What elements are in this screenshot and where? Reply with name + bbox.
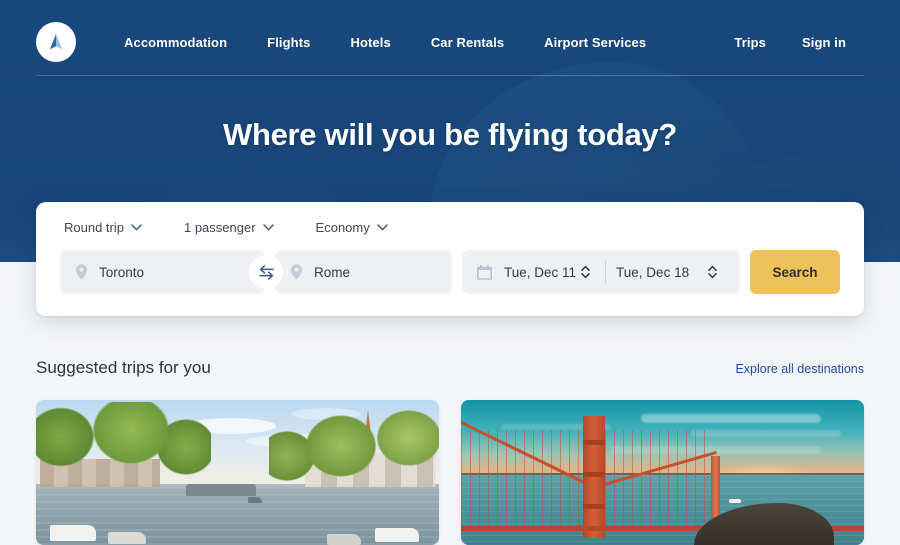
explore-all-destinations-link[interactable]: Explore all destinations: [735, 362, 864, 376]
depart-date-stepper[interactable]: [576, 264, 595, 280]
trip-type-dropdown[interactable]: Round trip: [64, 220, 142, 235]
triangle-arrow-logo-icon: [49, 34, 63, 50]
tower-crossbeam: [583, 472, 605, 477]
cloud-shape: [691, 430, 841, 437]
suggested-trips-cards: [36, 400, 864, 545]
hero-headline: Where will you be flying today?: [222, 117, 678, 152]
passenger-count-label: 1 passenger: [183, 220, 256, 235]
brand-logo[interactable]: [36, 22, 76, 62]
nav-link-airport-services[interactable]: Airport Services: [524, 29, 666, 56]
depart-date-value[interactable]: Tue, Dec 11: [504, 265, 576, 280]
trip-card-amsterdam[interactable]: [36, 400, 439, 545]
nav-link-sign-in[interactable]: Sign in: [784, 29, 864, 56]
secondary-nav-links: Trips Sign in: [716, 29, 864, 56]
date-divider: [605, 261, 607, 283]
date-range-field: Tue, Dec 11 Tue, Dec 18: [462, 250, 740, 294]
calendar-icon: [477, 264, 492, 280]
search-button[interactable]: Search: [750, 250, 840, 294]
canal-bridge: [186, 484, 257, 497]
chevron-up-down-icon: [581, 265, 590, 279]
destination-input[interactable]: Rome: [275, 250, 452, 294]
cabin-class-dropdown[interactable]: Economy: [316, 220, 388, 235]
bridge-tower-far: [711, 456, 720, 518]
cloud-shape: [641, 414, 821, 423]
search-fields-row: Toronto Rome Tue, Dec 11 Tue, Dec 18 Sea…: [60, 250, 840, 294]
return-date-value[interactable]: Tue, Dec 18: [616, 265, 689, 280]
destination-value: Rome: [314, 264, 351, 280]
chevron-down-icon: [377, 224, 388, 231]
ferry-boat: [729, 499, 741, 503]
nav-link-flights[interactable]: Flights: [247, 29, 330, 56]
chevron-up-down-icon: [708, 265, 717, 279]
cabin-class-label: Economy: [315, 220, 370, 235]
suggested-trips-header: Suggested trips for you Explore all dest…: [36, 358, 864, 378]
nav-link-trips[interactable]: Trips: [716, 29, 784, 56]
nav-divider: [36, 75, 864, 76]
nav-link-hotels[interactable]: Hotels: [330, 29, 410, 56]
trip-type-label: Round trip: [64, 220, 124, 235]
chevron-down-icon: [131, 224, 142, 231]
moored-boat: [375, 528, 419, 542]
origin-input[interactable]: Toronto: [60, 250, 265, 294]
tower-crossbeam: [583, 440, 605, 445]
moored-boat: [50, 525, 96, 541]
trip-card-golden-gate[interactable]: [461, 400, 864, 545]
return-date-stepper[interactable]: [703, 264, 722, 280]
primary-nav-links: Accommodation Flights Hotels Car Rentals…: [104, 29, 666, 56]
nav-link-accommodation[interactable]: Accommodation: [104, 29, 247, 56]
location-pin-icon: [75, 264, 88, 280]
bridge-tower-near: [583, 416, 605, 538]
top-navigation-bar: Accommodation Flights Hotels Car Rentals…: [0, 0, 900, 84]
location-pin-icon: [290, 264, 303, 280]
suggested-trips-title: Suggested trips for you: [36, 358, 211, 377]
passenger-count-dropdown[interactable]: 1 passenger: [184, 220, 274, 235]
route-fields: Toronto Rome: [60, 250, 452, 294]
moored-boat: [108, 532, 146, 544]
tower-crossbeam: [583, 504, 605, 509]
origin-value: Toronto: [99, 264, 145, 280]
swap-locations-button[interactable]: [249, 255, 283, 289]
swap-arrows-icon: [258, 264, 274, 280]
flight-search-card: Round trip 1 passenger Economy Toronto R…: [36, 202, 864, 316]
small-boat: [248, 497, 262, 503]
chevron-down-icon: [262, 224, 274, 231]
moored-boat: [327, 534, 361, 545]
nav-link-car-rentals[interactable]: Car Rentals: [411, 29, 524, 56]
search-options-row: Round trip 1 passenger Economy: [60, 220, 840, 235]
